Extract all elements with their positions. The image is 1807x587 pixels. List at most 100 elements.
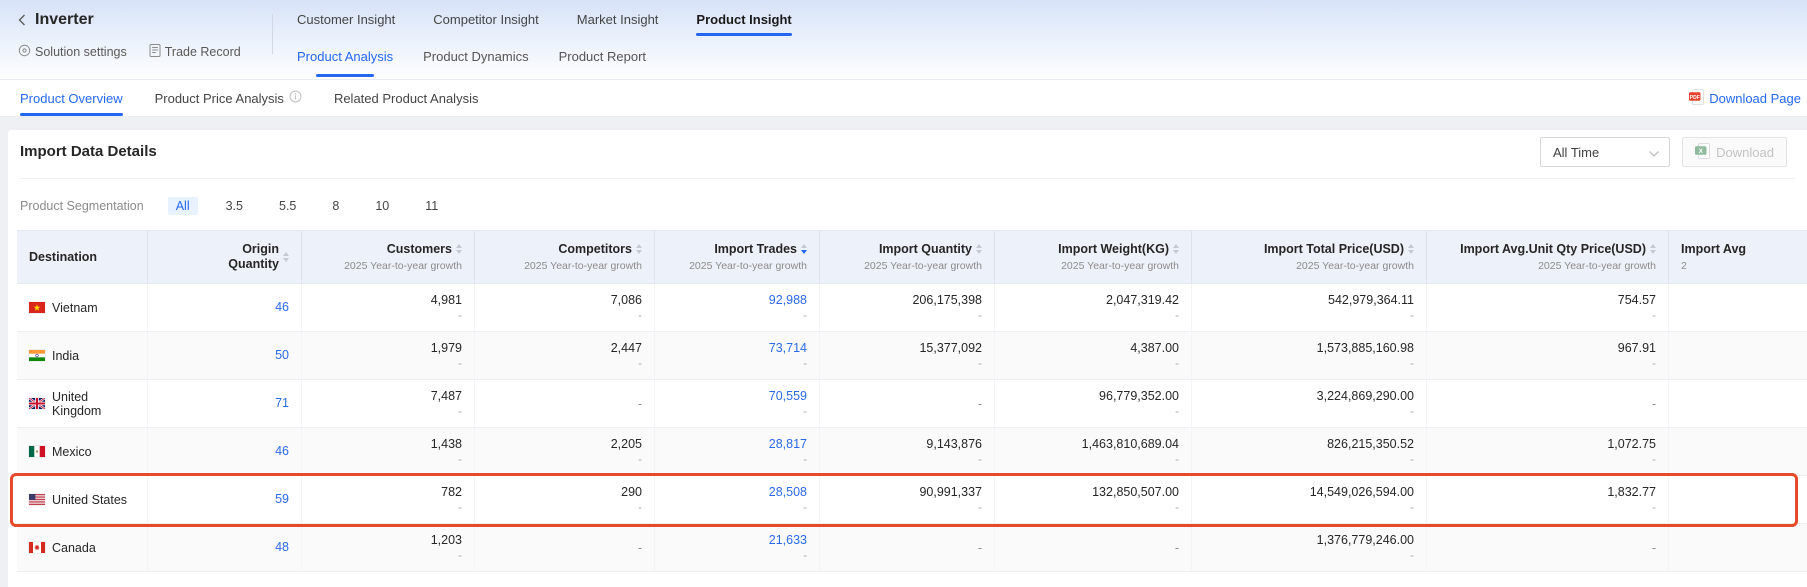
sort-asc-icon[interactable] — [456, 244, 462, 248]
sort-desc-icon[interactable] — [1173, 250, 1179, 254]
growth-value: - — [458, 501, 462, 516]
table-row-united-kingdom[interactable]: United Kingdom717,487--70,559--96,779,35… — [17, 380, 1807, 428]
metric-value[interactable]: 73,714 — [769, 340, 807, 357]
sort-asc-icon[interactable] — [801, 244, 807, 248]
origin-quantity-value[interactable]: 50 — [275, 347, 289, 364]
sort-desc-icon[interactable] — [283, 258, 289, 262]
tab-product-overview[interactable]: Product Overview — [20, 80, 123, 116]
metric-value: 14,549,026,594.00 — [1310, 484, 1414, 501]
sort-icon[interactable] — [1650, 244, 1656, 254]
metric-value[interactable]: 70,559 — [769, 388, 807, 405]
sort-asc-icon[interactable] — [283, 252, 289, 256]
app-header: Inverter Solution settings Trade Record … — [0, 0, 1807, 80]
column-label: Import Avg.Unit Qty Price(USD) — [1460, 242, 1646, 257]
metric-value: 826,215,350.52 — [1327, 436, 1414, 453]
tab-competitor-insight[interactable]: Competitor Insight — [433, 8, 539, 32]
metric-value[interactable]: 28,508 — [769, 484, 807, 501]
metric-cell: 1,203- — [302, 524, 475, 572]
column-label: Origin Quantity — [217, 242, 279, 272]
sort-desc-icon[interactable] — [976, 250, 982, 254]
tab-customer-insight[interactable]: Customer Insight — [297, 8, 395, 32]
growth-value: - — [978, 309, 982, 324]
sort-icon[interactable] — [801, 244, 807, 254]
column-label: Import Avg — [1681, 242, 1746, 257]
sort-asc-icon[interactable] — [1173, 244, 1179, 248]
origin-quantity-value[interactable]: 48 — [275, 539, 289, 556]
column-subheader: 2025 Year-to-year growth — [864, 259, 982, 273]
segmentation-option-3-5[interactable]: 3.5 — [218, 197, 251, 215]
trade-record-link[interactable]: Trade Record — [149, 44, 241, 60]
vn-flag-icon — [29, 302, 45, 313]
metric-value[interactable]: 92,988 — [769, 292, 807, 309]
sort-icon[interactable] — [1173, 244, 1179, 254]
origin-quantity-cell: 59 — [148, 476, 302, 524]
metric-cell: 28,508- — [655, 476, 820, 524]
time-range-select[interactable]: All Time — [1540, 137, 1670, 167]
tab-product-report[interactable]: Product Report — [559, 46, 646, 68]
metric-cell: 290- — [475, 476, 655, 524]
column-header-import-total-price-usd: Import Total Price(USD)2025 Year-to-year… — [1192, 231, 1427, 283]
sort-asc-icon[interactable] — [976, 244, 982, 248]
table-row-mexico[interactable]: Mexico461,438-2,205-28,817-9,143,876-1,4… — [17, 428, 1807, 476]
growth-value: - — [1410, 549, 1414, 564]
metric-cell: 4,981- — [302, 284, 475, 332]
metric-value: 2,205 — [611, 436, 642, 453]
sort-asc-icon[interactable] — [1408, 244, 1414, 248]
table-row-india[interactable]: India501,979-2,447-73,714-15,377,092-4,3… — [17, 332, 1807, 380]
origin-quantity-value[interactable]: 46 — [275, 443, 289, 460]
tab-product-price-analysis[interactable]: Product Price Analysis — [155, 80, 302, 116]
sort-desc-icon[interactable] — [456, 250, 462, 254]
tab-product-analysis[interactable]: Product Analysis — [297, 46, 393, 68]
segmentation-option-8[interactable]: 8 — [324, 197, 347, 215]
metric-cell: 14,549,026,594.00- — [1192, 476, 1427, 524]
sort-desc-icon[interactable] — [636, 250, 642, 254]
tab-product-insight[interactable]: Product Insight — [696, 8, 791, 32]
download-page-button[interactable]: PDF Download Page — [1689, 80, 1801, 116]
growth-value: - — [1410, 357, 1414, 372]
time-range-value: All Time — [1553, 145, 1599, 160]
solution-settings-label: Solution settings — [35, 45, 127, 59]
table-row-united-states[interactable]: United States59782-290-28,508-90,991,337… — [17, 476, 1807, 524]
column-header-import-avg: Import Avg2 — [1669, 231, 1807, 283]
metric-cell: 1,832.77- — [1427, 476, 1669, 524]
metric-cell: 967.91- — [1427, 332, 1669, 380]
metric-value[interactable]: 21,633 — [769, 532, 807, 549]
growth-value: - — [1652, 309, 1656, 324]
table-row-vietnam[interactable]: Vietnam464,981-7,086-92,988-206,175,398-… — [17, 284, 1807, 332]
sort-asc-icon[interactable] — [636, 244, 642, 248]
sort-desc-icon[interactable] — [801, 250, 807, 254]
segmentation-option-5-5[interactable]: 5.5 — [271, 197, 304, 215]
solution-settings-link[interactable]: Solution settings — [18, 44, 127, 60]
sort-icon[interactable] — [456, 244, 462, 254]
sort-icon[interactable] — [976, 244, 982, 254]
metric-cell: 7,086- — [475, 284, 655, 332]
back-icon[interactable] — [18, 14, 26, 26]
sort-icon[interactable] — [636, 244, 642, 254]
metric-cell: 1,438- — [302, 428, 475, 476]
metric-cell — [1669, 380, 1807, 428]
origin-quantity-value[interactable]: 71 — [275, 395, 289, 412]
destination-label: United Kingdom — [52, 390, 135, 418]
tab-related-product-analysis[interactable]: Related Product Analysis — [334, 80, 479, 116]
tab-market-insight[interactable]: Market Insight — [577, 8, 659, 32]
metric-value: 1,072.75 — [1607, 436, 1656, 453]
metric-value[interactable]: 28,817 — [769, 436, 807, 453]
metric-cell: 782- — [302, 476, 475, 524]
origin-quantity-value[interactable]: 46 — [275, 299, 289, 316]
sort-icon[interactable] — [283, 252, 289, 262]
sort-icon[interactable] — [1408, 244, 1414, 254]
origin-quantity-value[interactable]: 59 — [275, 491, 289, 508]
table-row-canada[interactable]: Canada481,203--21,633---1,376,779,246.00… — [17, 524, 1807, 572]
growth-value: - — [803, 357, 807, 372]
segmentation-option-11[interactable]: 11 — [417, 197, 446, 215]
download-button[interactable]: X Download — [1682, 137, 1787, 167]
segmentation-option-10[interactable]: 10 — [367, 197, 397, 215]
sort-desc-icon[interactable] — [1650, 250, 1656, 254]
growth-value: - — [638, 501, 642, 516]
segmentation-option-all[interactable]: All — [168, 197, 198, 215]
sort-asc-icon[interactable] — [1650, 244, 1656, 248]
tab-product-dynamics[interactable]: Product Dynamics — [423, 46, 528, 68]
column-subheader: 2025 Year-to-year growth — [524, 259, 642, 273]
metric-empty: - — [978, 397, 982, 411]
sort-desc-icon[interactable] — [1408, 250, 1414, 254]
